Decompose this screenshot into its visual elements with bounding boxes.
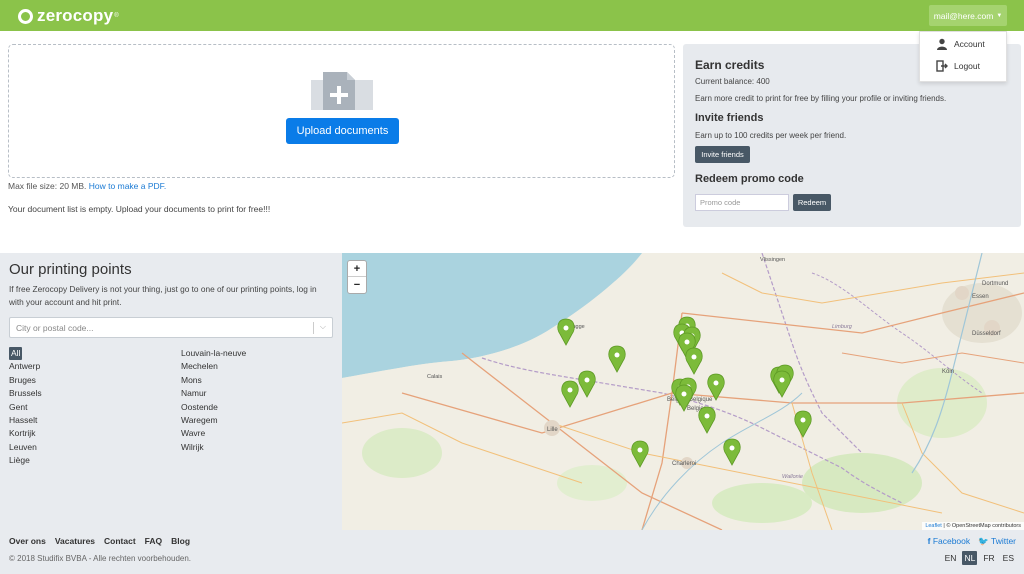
leaflet-link[interactable]: Leaflet (925, 523, 942, 529)
menu-item-account[interactable]: Account (920, 33, 1006, 55)
facebook-label: Facebook (932, 536, 971, 546)
city-filter-waregem[interactable]: Waregem (181, 414, 246, 427)
max-size-label: Max file size: 20 MB. (8, 181, 87, 191)
logout-icon (936, 60, 948, 72)
top-navbar: zerocopy ® mail@here.com ▼ (0, 0, 1024, 31)
footer-links: Over ons Vacatures Contact FAQ Blog (9, 536, 190, 546)
svg-text:Limburg: Limburg (832, 324, 853, 330)
city-filter-namur[interactable]: Namur (181, 387, 246, 400)
user-email: mail@here.com (933, 10, 994, 21)
city-filter-mechelen[interactable]: Mechelen (181, 360, 246, 373)
caret-down-icon: ▼ (996, 12, 1003, 19)
invite-friends-button[interactable]: Invite friends (695, 146, 750, 163)
input-separator (313, 322, 314, 334)
current-balance: Current balance: 400 (695, 77, 770, 86)
upload-documents-button[interactable]: Upload documents (286, 118, 399, 144)
twitter-label: Twitter (990, 536, 1016, 546)
facebook-icon: f (927, 536, 931, 546)
city-filter-wavre[interactable]: Wavre (181, 427, 246, 440)
footer-link-vacatures[interactable]: Vacatures (55, 536, 95, 546)
user-icon (937, 38, 947, 50)
svg-text:Calais: Calais (427, 374, 443, 380)
zoom-out-button[interactable]: − (348, 277, 366, 293)
language-es[interactable]: ES (1001, 551, 1016, 565)
svg-text:Köln: Köln (942, 369, 954, 375)
city-filter-bruges[interactable]: Bruges (9, 374, 42, 387)
upload-dropzone[interactable]: Upload documents (8, 44, 675, 178)
twitter-link[interactable]: 🐦 Twitter (978, 536, 1016, 547)
user-dropdown-menu: Account Logout (919, 31, 1007, 82)
printing-points-map[interactable]: Vlissingen Essen Dortmund Düsseldorf Lil… (342, 253, 1024, 530)
city-filter-gent[interactable]: Gent (9, 401, 42, 414)
printing-points-description: If free Zerocopy Delivery is not your th… (9, 284, 317, 307)
city-input-placeholder: City or postal code... (16, 322, 94, 333)
logo-trademark: ® (114, 13, 119, 19)
language-en[interactable]: EN (943, 551, 959, 565)
menu-item-label: Logout (954, 61, 980, 71)
city-filter-louvain-la-neuve[interactable]: Louvain-la-neuve (181, 347, 246, 360)
twitter-icon: 🐦 (978, 536, 989, 546)
footer-link-blog[interactable]: Blog (171, 536, 190, 546)
svg-text:Charleroi: Charleroi (672, 461, 696, 467)
redeem-button[interactable]: Redeem (793, 194, 831, 211)
city-filter-leuven[interactable]: Leuven (9, 441, 42, 454)
city-filter-wilrijk[interactable]: Wilrijk (181, 441, 246, 454)
invite-friends-title: Invite friends (695, 112, 764, 124)
language-fr[interactable]: FR (981, 551, 996, 565)
svg-text:Wallonie: Wallonie (782, 474, 803, 480)
zoom-in-button[interactable]: + (348, 261, 366, 277)
svg-text:Düsseldorf: Düsseldorf (972, 331, 1001, 337)
promo-code-input[interactable]: Promo code (695, 194, 789, 211)
map-attribution: Leaflet | © OpenStreetMap contributors (922, 522, 1024, 530)
city-filter-oostende[interactable]: Oostende (181, 401, 246, 414)
earn-credits-description: Earn more credit to print for free by fi… (695, 94, 947, 103)
svg-text:Lille: Lille (547, 427, 558, 433)
map-zoom-control: + − (347, 260, 367, 294)
footer-link-over-ons[interactable]: Over ons (9, 536, 46, 546)
logo-text: zerocopy (37, 6, 114, 25)
city-search-input[interactable]: City or postal code... ⌵ (9, 317, 333, 338)
printing-points-panel: Our printing points If free Zerocopy Del… (0, 253, 342, 530)
copyright-text: © 2018 Studifix BVBA - Alle rechten voor… (9, 554, 192, 563)
language-nl[interactable]: NL (962, 551, 978, 565)
printing-points-title: Our printing points (9, 261, 132, 278)
redeem-promo-title: Redeem promo code (695, 173, 804, 185)
how-to-make-pdf-link[interactable]: How to make a PDF. (89, 181, 166, 191)
city-filter-kortrijk[interactable]: Kortrijk (9, 427, 42, 440)
chevron-down-icon[interactable]: ⌵ (320, 322, 326, 332)
menu-item-logout[interactable]: Logout (920, 55, 1006, 77)
footer-link-faq[interactable]: FAQ (145, 536, 162, 546)
city-filter-hasselt[interactable]: Hasselt (9, 414, 42, 427)
city-filter-mons[interactable]: Mons (181, 374, 246, 387)
svg-text:Essen: Essen (972, 294, 989, 300)
language-switcher: EN NL FR ES (943, 551, 1016, 565)
city-filter-antwerp[interactable]: Antwerp (9, 360, 42, 373)
city-filter-all[interactable]: All (9, 347, 23, 361)
menu-item-label: Account (954, 39, 985, 49)
logo-ring-icon (18, 8, 33, 24)
logo[interactable]: zerocopy ® (18, 6, 119, 26)
invite-friends-description: Earn up to 100 credits per week per frie… (695, 131, 847, 140)
empty-document-list-message: Your document list is empty. Upload your… (8, 204, 271, 214)
map-tiles: Vlissingen Essen Dortmund Düsseldorf Lil… (342, 253, 1024, 530)
city-list-right: Louvain-la-neuve Mechelen Mons Namur Oostend… (181, 347, 246, 454)
user-menu-button[interactable]: mail@here.com ▼ (929, 5, 1007, 26)
max-file-size-text: Max file size: 20 MB. How to make a PDF. (8, 181, 166, 191)
city-filter-brussels[interactable]: Brussels (9, 387, 42, 400)
add-document-icon (311, 72, 373, 110)
city-list-left: All Antwerp Bruges Brussels Gent Hasselt Kortr… (9, 347, 42, 468)
osm-attribution: | © OpenStreetMap contributors (941, 523, 1021, 529)
svg-text:Vlissingen: Vlissingen (760, 257, 785, 263)
social-links: f Facebook 🐦 Twitter (928, 536, 1016, 547)
earn-credits-title: Earn credits (695, 58, 765, 72)
city-filter-li-ge[interactable]: Liège (9, 454, 42, 467)
svg-text:Dortmund: Dortmund (982, 281, 1008, 287)
footer-link-contact[interactable]: Contact (104, 536, 136, 546)
facebook-link[interactable]: f Facebook (928, 536, 971, 547)
